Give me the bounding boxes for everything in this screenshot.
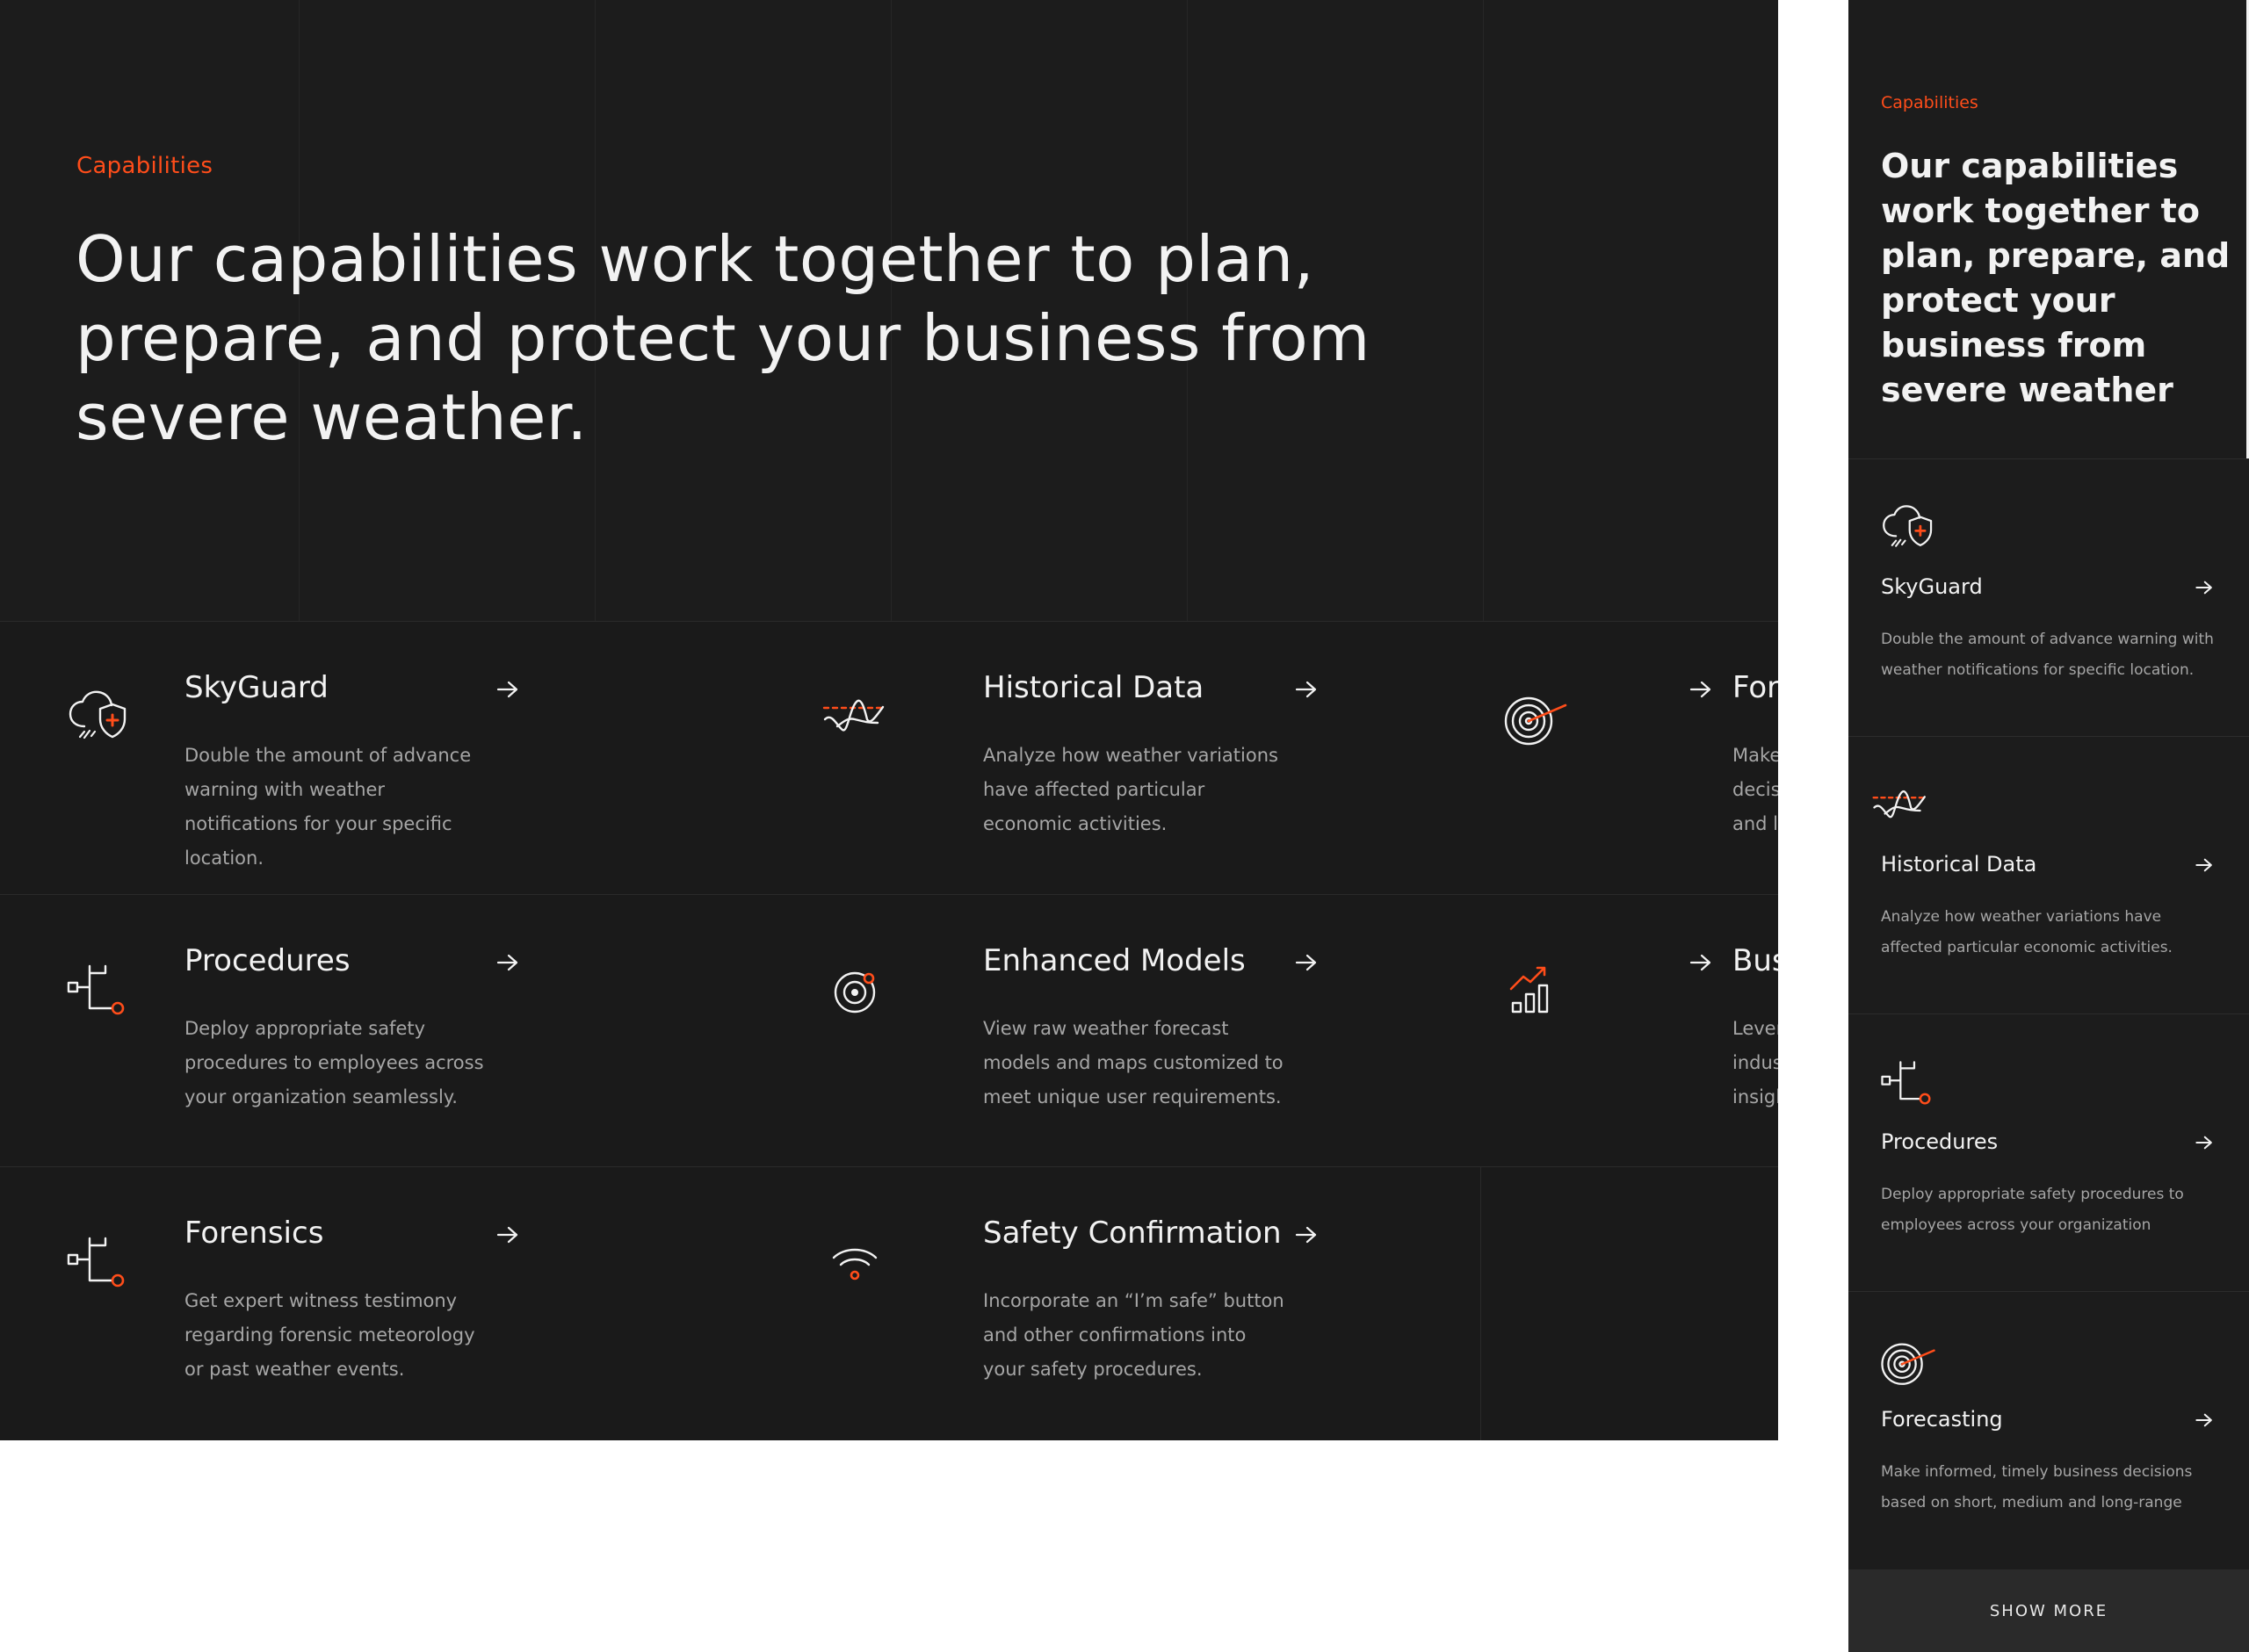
card-description: View raw weather forecast models and map… <box>983 1018 1284 1107</box>
capability-card-safety-confirmation[interactable]: Safety Confirmation Incorporate an “I’m … <box>749 1166 1341 1439</box>
arrow-right-icon[interactable] <box>2195 1134 2214 1151</box>
capabilities-grid: SkyGuard Double the amount of advance wa… <box>0 621 1778 1440</box>
arrow-right-icon[interactable] <box>1294 952 1319 973</box>
card-title: Forecasting <box>1881 1407 2003 1432</box>
arrow-right-icon[interactable] <box>1689 952 1713 973</box>
arrow-right-icon[interactable] <box>495 1224 520 1245</box>
arrow-right-icon[interactable] <box>495 679 520 700</box>
capability-card-forecasting[interactable]: Forecasting Make informed, timely busine… <box>1499 621 1778 893</box>
capability-card-forecasting[interactable]: Forecasting Make informed, timely busine… <box>1848 1291 2249 1569</box>
arrow-right-icon[interactable] <box>495 952 520 973</box>
card-description: Deploy appropriate safety procedures to … <box>184 1018 484 1107</box>
card-description: Get expert witness testimony regarding f… <box>184 1290 475 1380</box>
grid-line <box>1483 0 1484 621</box>
arrow-right-icon[interactable] <box>1294 679 1319 700</box>
capability-card-skyguard[interactable]: SkyGuard Double the amount of advance wa… <box>0 621 592 893</box>
capability-card-historical-data[interactable]: Historical Data Analyze how weather vari… <box>1848 736 2249 1014</box>
card-title: Historical Data <box>1881 852 2037 876</box>
card-title: Business Analytics <box>1732 943 1778 978</box>
card-title: Historical Data <box>983 670 1204 705</box>
arrow-right-icon[interactable] <box>2195 856 2214 874</box>
capability-card-skyguard[interactable]: SkyGuard Double the amount of advance wa… <box>1848 458 2249 736</box>
section-headline: Our capabilities work together to plan, … <box>76 222 1370 454</box>
capability-card-enhanced-models[interactable]: Enhanced Models View raw weather forecas… <box>749 894 1341 1166</box>
historical-data-icon <box>821 682 888 749</box>
card-title: Procedures <box>184 943 351 978</box>
safety-confirmation-icon <box>821 1228 888 1295</box>
section-eyebrow: Capabilities <box>76 153 213 179</box>
skyguard-icon <box>1879 498 1937 556</box>
mobile-capabilities-section: Capabilities Our capabilities work toget… <box>1848 0 2249 1652</box>
card-description: Deploy appropriate safety procedures to … <box>1881 1186 2184 1234</box>
card-title: Forecasting <box>1732 670 1778 705</box>
capability-card-procedures[interactable]: Procedures Deploy appropriate safety pro… <box>1848 1014 2249 1291</box>
capability-card-procedures[interactable]: Procedures Deploy appropriate safety pro… <box>0 894 592 1166</box>
card-title: SkyGuard <box>1881 574 1983 599</box>
arrow-right-icon[interactable] <box>2195 579 2214 596</box>
arrow-right-icon[interactable] <box>1294 1224 1319 1245</box>
card-description: Make informed, timely business decisions… <box>1881 1463 2193 1511</box>
enhanced-models-icon <box>821 956 888 1022</box>
show-more-button[interactable]: SHOW MORE <box>1848 1569 2249 1652</box>
procedures-icon <box>65 956 132 1022</box>
capability-card-business-analytics[interactable]: Business Analytics Leverage predictive a… <box>1499 894 1778 1166</box>
card-description: Incorporate an “I’m safe” button and oth… <box>983 1290 1284 1380</box>
divider <box>1480 1166 1481 1440</box>
capability-card-historical-data[interactable]: Historical Data Analyze how weather vari… <box>749 621 1341 893</box>
card-description: Make informed, timely business decisions… <box>1732 745 1778 834</box>
business-analytics-icon <box>1502 956 1569 1022</box>
card-description: Leverage predictive analytics and indust… <box>1732 1018 1778 1107</box>
historical-data-icon <box>1871 776 1929 833</box>
card-title: Procedures <box>1881 1129 1999 1154</box>
hero: Capabilities Our capabilities work toget… <box>0 0 1778 621</box>
section-headline: Our capabilities work together to plan, … <box>1881 147 2231 409</box>
card-title: Safety Confirmation <box>983 1216 1282 1251</box>
arrow-right-icon[interactable] <box>1689 679 1713 700</box>
card-description: Analyze how weather variations have affe… <box>983 745 1278 834</box>
card-title: SkyGuard <box>184 670 329 705</box>
forecasting-icon <box>1502 682 1569 749</box>
procedures-icon <box>1879 1053 1937 1111</box>
section-eyebrow: Capabilities <box>1881 93 1978 112</box>
forecasting-icon <box>1879 1331 1937 1389</box>
card-description: Analyze how weather variations have affe… <box>1881 908 2173 956</box>
forensics-icon <box>65 1228 132 1295</box>
card-title: Enhanced Models <box>983 943 1246 978</box>
card-title: Forensics <box>184 1216 324 1251</box>
card-description: Double the amount of advance warning wit… <box>184 745 472 869</box>
capability-card-forensics[interactable]: Forensics Get expert witness testimony r… <box>0 1166 592 1439</box>
card-description: Double the amount of advance warning wit… <box>1881 631 2214 679</box>
skyguard-icon <box>65 682 132 749</box>
arrow-right-icon[interactable] <box>2195 1411 2214 1429</box>
desktop-capabilities-section: Capabilities Our capabilities work toget… <box>0 0 1778 1440</box>
